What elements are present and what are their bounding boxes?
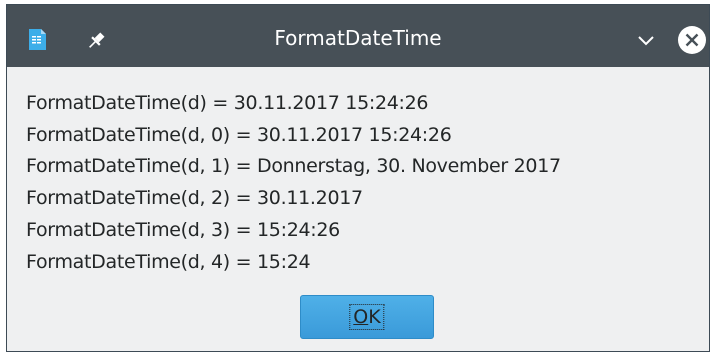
dialog-body: FormatDateTime(d) = 30.11.2017 15:24:26 … xyxy=(7,67,709,351)
title-bar[interactable]: FormatDateTime xyxy=(7,5,709,67)
message-line: FormatDateTime(d, 2) = 30.11.2017 xyxy=(26,187,363,209)
message-line: FormatDateTime(d, 0) = 30.11.2017 15:24:… xyxy=(26,124,452,146)
ok-button[interactable]: OK xyxy=(300,295,434,339)
close-icon[interactable] xyxy=(677,25,707,55)
ok-mnemonic: O xyxy=(353,306,369,328)
message-dialog: FormatDateTime FormatDateTime(d) = 30.11… xyxy=(6,4,710,352)
chevron-down-icon[interactable] xyxy=(633,29,659,51)
window-title: FormatDateTime xyxy=(274,26,442,50)
ok-button-label: OK xyxy=(349,304,385,330)
message-line: FormatDateTime(d, 3) = 15:24:26 xyxy=(26,219,340,241)
message-line: FormatDateTime(d) = 30.11.2017 15:24:26 xyxy=(26,92,429,114)
ok-label-rest: K xyxy=(368,306,381,328)
message-line: FormatDateTime(d, 1) = Donnerstag, 30. N… xyxy=(26,155,561,177)
message-line: FormatDateTime(d, 4) = 15:24 xyxy=(26,251,311,273)
